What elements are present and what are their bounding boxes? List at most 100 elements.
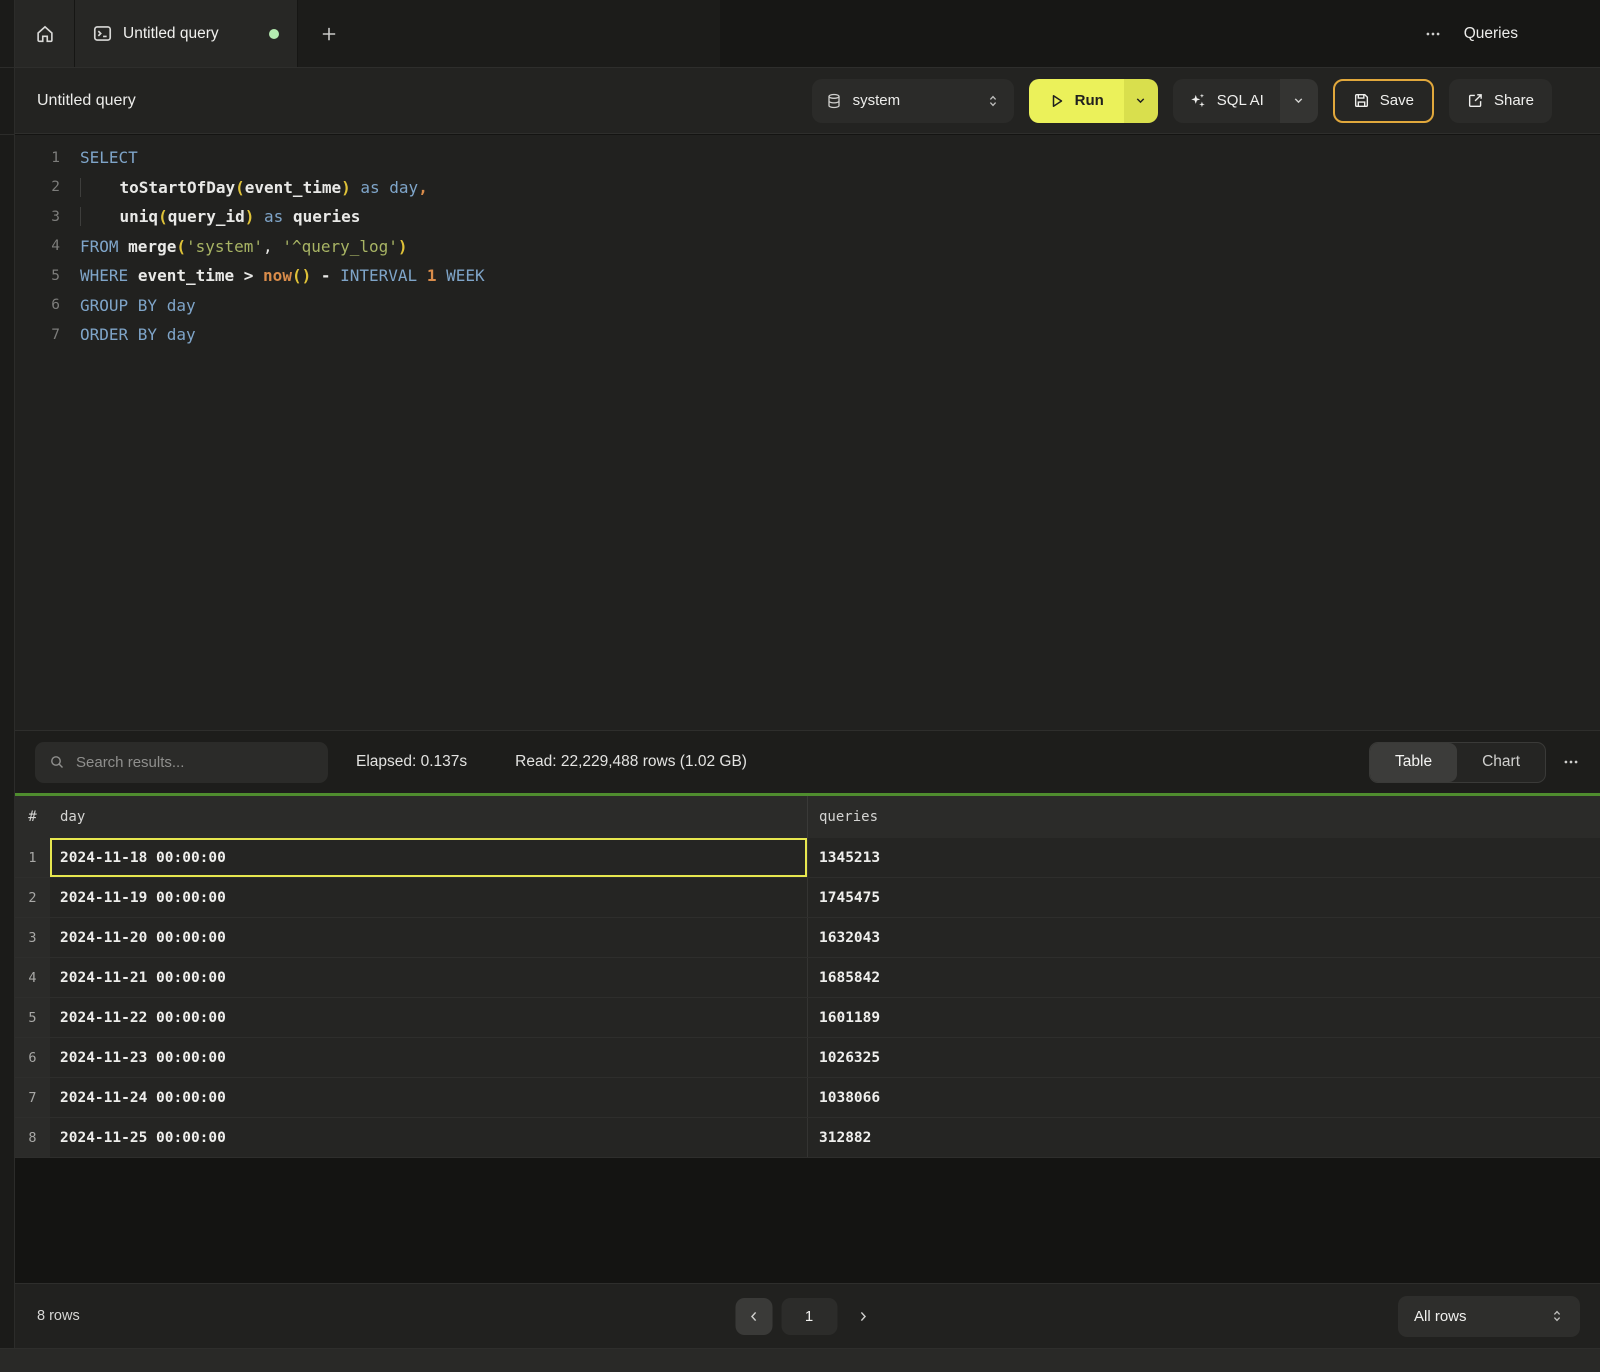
line-number: 1 xyxy=(15,150,60,166)
code-token xyxy=(436,266,446,285)
code-token: ( xyxy=(235,178,245,197)
cell-day[interactable]: 2024-11-20 00:00:00 xyxy=(50,918,808,957)
column-header-day[interactable]: day xyxy=(50,796,808,838)
queries-button[interactable]: Queries xyxy=(1464,25,1518,43)
sql-editor[interactable]: 1 SELECT 2 toStartOfDay(event_time) as day… xyxy=(15,135,1600,730)
next-page-button[interactable] xyxy=(846,1298,880,1335)
table-header: # day queries xyxy=(15,796,1600,838)
code-token: toStartOfDay xyxy=(120,178,236,197)
code-line: 2 toStartOfDay(event_time) as day, xyxy=(15,173,1600,203)
code-token: as xyxy=(360,178,379,197)
code-token xyxy=(283,207,293,226)
code-token: ) xyxy=(341,178,351,197)
rail-divider xyxy=(0,67,14,68)
code-token xyxy=(380,178,390,197)
code-token xyxy=(417,266,427,285)
results-table: # day queries 12024-11-18 00:00:00134521… xyxy=(15,796,1600,1158)
cell-day[interactable]: 2024-11-22 00:00:00 xyxy=(50,998,808,1037)
line-number: 7 xyxy=(15,327,60,343)
rows-per-page-selector[interactable]: All rows xyxy=(1398,1296,1580,1337)
cell-queries[interactable]: 1026325 xyxy=(808,1038,1600,1077)
run-button[interactable]: Run xyxy=(1029,79,1124,123)
code-text: uniq(query_id) as queries xyxy=(60,207,360,226)
code-line: 1 SELECT xyxy=(15,143,1600,173)
cell-day[interactable]: 2024-11-21 00:00:00 xyxy=(50,958,808,997)
search-results-input[interactable] xyxy=(76,754,314,771)
cell-queries[interactable]: 1345213 xyxy=(808,838,1600,877)
code-text: WHERE event_time > now() - INTERVAL 1 WE… xyxy=(60,266,485,285)
code-token xyxy=(351,178,361,197)
run-button-group: Run xyxy=(1029,79,1158,123)
code-token: SELECT xyxy=(80,148,138,167)
code-token: ORDER BY xyxy=(80,325,157,344)
sql-ai-button[interactable]: SQL AI xyxy=(1173,79,1280,123)
search-results-box[interactable] xyxy=(35,742,328,783)
code-token: - xyxy=(311,266,340,285)
column-header-index[interactable]: # xyxy=(15,809,50,825)
row-number: 1 xyxy=(15,838,50,877)
line-number: 3 xyxy=(15,209,60,225)
database-selector-value: system xyxy=(853,92,901,109)
view-tab-table[interactable]: Table xyxy=(1370,743,1457,782)
cell-day[interactable]: 2024-11-24 00:00:00 xyxy=(50,1078,808,1117)
row-count: 8 rows xyxy=(35,1308,80,1324)
search-icon xyxy=(49,754,65,770)
code-token: event_time xyxy=(245,178,341,197)
share-button[interactable]: Share xyxy=(1449,79,1552,123)
cell-queries[interactable]: 1632043 xyxy=(808,918,1600,957)
code-token: WEEK xyxy=(446,266,485,285)
code-token xyxy=(119,237,129,256)
elapsed-time: Elapsed: 0.137s xyxy=(356,753,467,771)
current-page-button[interactable]: 1 xyxy=(781,1298,837,1335)
sql-ai-options-button[interactable] xyxy=(1280,79,1318,123)
updown-chevron-icon xyxy=(986,94,1000,108)
row-number: 8 xyxy=(15,1118,50,1157)
code-token: uniq xyxy=(120,207,159,226)
cell-queries[interactable]: 1685842 xyxy=(808,958,1600,997)
cell-queries[interactable]: 1745475 xyxy=(808,878,1600,917)
code-token: 'system' xyxy=(186,237,263,256)
cell-day[interactable]: 2024-11-19 00:00:00 xyxy=(50,878,808,917)
new-tab-button[interactable] xyxy=(298,0,360,67)
code-token xyxy=(254,207,264,226)
results-more-button[interactable] xyxy=(1562,753,1580,771)
cell-queries[interactable]: 1601189 xyxy=(808,998,1600,1037)
tab-title: Untitled query xyxy=(123,25,219,43)
prev-page-button[interactable] xyxy=(735,1298,772,1335)
code-line: 6GROUP BY day xyxy=(15,291,1600,321)
header-controls: system Run SQL AI xyxy=(812,79,1552,123)
cell-queries[interactable]: 1038066 xyxy=(808,1078,1600,1117)
cell-day[interactable]: 2024-11-25 00:00:00 xyxy=(50,1118,808,1157)
table-row: 32024-11-20 00:00:001632043 xyxy=(15,918,1600,958)
code-token: GROUP BY xyxy=(80,296,157,315)
code-token: ) xyxy=(245,207,255,226)
table-row: 42024-11-21 00:00:001685842 xyxy=(15,958,1600,998)
row-number: 3 xyxy=(15,918,50,957)
code-token: > xyxy=(234,266,263,285)
tab-untitled-query[interactable]: Untitled query xyxy=(75,0,298,67)
table-row: 22024-11-19 00:00:001745475 xyxy=(15,878,1600,918)
database-selector[interactable]: system xyxy=(812,79,1014,123)
tabbar-right-group: Queries xyxy=(1424,0,1600,67)
left-rail xyxy=(0,0,15,1372)
save-icon xyxy=(1353,92,1370,109)
code-token: INTERVAL xyxy=(340,266,417,285)
sparkles-icon xyxy=(1189,92,1207,110)
tab-overflow-button[interactable] xyxy=(1424,25,1442,43)
cell-day[interactable]: 2024-11-23 00:00:00 xyxy=(50,1038,808,1077)
home-tab[interactable] xyxy=(15,0,75,67)
database-icon xyxy=(826,93,842,109)
run-options-button[interactable] xyxy=(1124,79,1158,123)
column-header-queries[interactable]: queries xyxy=(808,809,1600,825)
code-token: , xyxy=(418,178,428,197)
code-text: GROUP BY day xyxy=(60,296,196,315)
view-tab-chart[interactable]: Chart xyxy=(1457,743,1545,782)
plus-icon xyxy=(320,25,338,43)
cell-day[interactable]: 2024-11-18 00:00:00 xyxy=(50,838,808,877)
row-number: 4 xyxy=(15,958,50,997)
code-line: 7ORDER BY day xyxy=(15,320,1600,350)
cell-queries[interactable]: 312882 xyxy=(808,1118,1600,1157)
sql-ai-button-label: SQL AI xyxy=(1217,92,1264,109)
code-text: toStartOfDay(event_time) as day, xyxy=(60,178,428,197)
save-button[interactable]: Save xyxy=(1333,79,1434,123)
